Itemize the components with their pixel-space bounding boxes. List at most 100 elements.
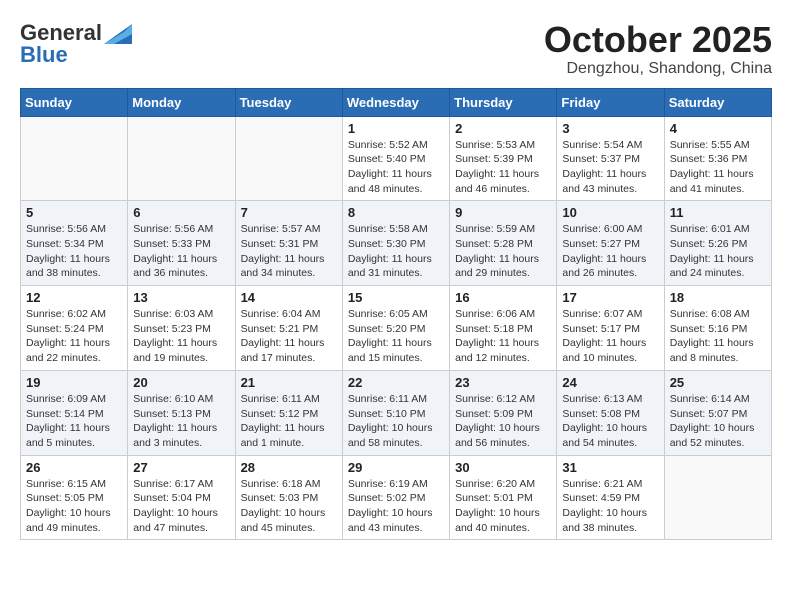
day-number: 30 (455, 460, 551, 475)
day-number: 24 (562, 375, 658, 390)
calendar-day-cell: 6 Sunrise: 5:56 AM Sunset: 5:33 PM Daylig… (128, 201, 235, 286)
weekday-header-monday: Monday (128, 88, 235, 116)
day-number: 16 (455, 290, 551, 305)
day-number: 23 (455, 375, 551, 390)
day-number: 6 (133, 205, 229, 220)
day-info: Sunrise: 6:12 AM Sunset: 5:09 PM Dayligh… (455, 392, 551, 451)
calendar-day-cell: 31Sunrise: 6:21 AM Sunset: 4:59 PM Dayli… (557, 455, 664, 540)
day-number: 8 (348, 205, 444, 220)
day-info: Sunrise: 6:13 AM Sunset: 5:08 PM Dayligh… (562, 392, 658, 451)
calendar-day-cell: 26 Sunrise: 6:15 AM Sunset: 5:05 PM Dayli… (21, 455, 128, 540)
day-number: 11 (670, 205, 766, 220)
day-info: Sunrise: 6:08 AM Sunset: 5:16 PM Dayligh… (670, 307, 766, 366)
weekday-header-thursday: Thursday (450, 88, 557, 116)
day-number: 26 (26, 460, 122, 475)
calendar-day-cell: 24 Sunrise: 6:13 AM Sunset: 5:08 PM Dayli… (557, 370, 664, 455)
calendar-day-cell: 28 Sunrise: 6:18 AM Sunset: 5:03 PM Dayli… (235, 455, 342, 540)
day-info: Sunrise: 5:52 AM Sunset: 5:40 PM Dayligh… (348, 138, 444, 197)
day-number: 21 (241, 375, 337, 390)
day-info: Sunrise: 6:02 AM Sunset: 5:24 PM Dayligh… (26, 307, 122, 366)
calendar-week-row: 5 Sunrise: 5:56 AM Sunset: 5:34 PM Daylig… (21, 201, 772, 286)
day-number: 1 (348, 121, 444, 136)
calendar-day-cell: 18 Sunrise: 6:08 AM Sunset: 5:16 PM Dayli… (664, 286, 771, 371)
day-info: Sunrise: 6:10 AM Sunset: 5:13 PM Dayligh… (133, 392, 229, 451)
day-number: 17 (562, 290, 658, 305)
day-info: Sunrise: 6:04 AM Sunset: 5:21 PM Dayligh… (241, 307, 337, 366)
day-number: 29 (348, 460, 444, 475)
calendar-day-cell: 23 Sunrise: 6:12 AM Sunset: 5:09 PM Dayli… (450, 370, 557, 455)
logo-blue: Blue (20, 42, 68, 68)
weekday-header-wednesday: Wednesday (342, 88, 449, 116)
calendar-day-cell: 9 Sunrise: 5:59 AM Sunset: 5:28 PM Daylig… (450, 201, 557, 286)
day-number: 18 (670, 290, 766, 305)
day-number: 9 (455, 205, 551, 220)
weekday-header-friday: Friday (557, 88, 664, 116)
day-number: 20 (133, 375, 229, 390)
calendar-day-cell: 5 Sunrise: 5:56 AM Sunset: 5:34 PM Daylig… (21, 201, 128, 286)
day-info: Sunrise: 6:20 AM Sunset: 5:01 PM Dayligh… (455, 477, 551, 536)
location: Dengzhou, Shandong, China (544, 60, 772, 78)
calendar-day-cell: 7Sunrise: 5:57 AM Sunset: 5:31 PM Daylig… (235, 201, 342, 286)
calendar-day-cell: 29 Sunrise: 6:19 AM Sunset: 5:02 PM Dayli… (342, 455, 449, 540)
title-section: October 2025 Dengzhou, Shandong, China (544, 20, 772, 78)
calendar-day-cell (664, 455, 771, 540)
calendar-day-cell: 14Sunrise: 6:04 AM Sunset: 5:21 PM Dayli… (235, 286, 342, 371)
day-number: 25 (670, 375, 766, 390)
calendar-day-cell: 1 Sunrise: 5:52 AM Sunset: 5:40 PM Daylig… (342, 116, 449, 201)
weekday-header-sunday: Sunday (21, 88, 128, 116)
day-info: Sunrise: 5:58 AM Sunset: 5:30 PM Dayligh… (348, 222, 444, 281)
day-info: Sunrise: 6:05 AM Sunset: 5:20 PM Dayligh… (348, 307, 444, 366)
day-info: Sunrise: 6:07 AM Sunset: 5:17 PM Dayligh… (562, 307, 658, 366)
weekday-header-row: SundayMondayTuesdayWednesdayThursdayFrid… (21, 88, 772, 116)
day-number: 5 (26, 205, 122, 220)
day-info: Sunrise: 5:56 AM Sunset: 5:33 PM Dayligh… (133, 222, 229, 281)
calendar-week-row: 26 Sunrise: 6:15 AM Sunset: 5:05 PM Dayli… (21, 455, 772, 540)
logo: General Blue (20, 20, 132, 68)
day-info: Sunrise: 6:03 AM Sunset: 5:23 PM Dayligh… (133, 307, 229, 366)
day-info: Sunrise: 6:21 AM Sunset: 4:59 PM Dayligh… (562, 477, 658, 536)
calendar-day-cell (235, 116, 342, 201)
day-number: 7 (241, 205, 337, 220)
day-number: 12 (26, 290, 122, 305)
day-info: Sunrise: 6:06 AM Sunset: 5:18 PM Dayligh… (455, 307, 551, 366)
day-number: 4 (670, 121, 766, 136)
day-info: Sunrise: 6:14 AM Sunset: 5:07 PM Dayligh… (670, 392, 766, 451)
calendar-day-cell: 4 Sunrise: 5:55 AM Sunset: 5:36 PM Daylig… (664, 116, 771, 201)
logo-icon (104, 24, 132, 44)
day-info: Sunrise: 5:59 AM Sunset: 5:28 PM Dayligh… (455, 222, 551, 281)
calendar-day-cell: 11Sunrise: 6:01 AM Sunset: 5:26 PM Dayli… (664, 201, 771, 286)
day-info: Sunrise: 5:54 AM Sunset: 5:37 PM Dayligh… (562, 138, 658, 197)
day-info: Sunrise: 5:55 AM Sunset: 5:36 PM Dayligh… (670, 138, 766, 197)
day-info: Sunrise: 6:00 AM Sunset: 5:27 PM Dayligh… (562, 222, 658, 281)
day-info: Sunrise: 6:15 AM Sunset: 5:05 PM Dayligh… (26, 477, 122, 536)
day-info: Sunrise: 6:17 AM Sunset: 5:04 PM Dayligh… (133, 477, 229, 536)
day-info: Sunrise: 6:19 AM Sunset: 5:02 PM Dayligh… (348, 477, 444, 536)
day-number: 27 (133, 460, 229, 475)
day-number: 28 (241, 460, 337, 475)
calendar-day-cell: 19Sunrise: 6:09 AM Sunset: 5:14 PM Dayli… (21, 370, 128, 455)
day-info: Sunrise: 6:11 AM Sunset: 5:10 PM Dayligh… (348, 392, 444, 451)
day-number: 2 (455, 121, 551, 136)
day-info: Sunrise: 6:18 AM Sunset: 5:03 PM Dayligh… (241, 477, 337, 536)
calendar-day-cell: 22Sunrise: 6:11 AM Sunset: 5:10 PM Dayli… (342, 370, 449, 455)
calendar-day-cell: 20 Sunrise: 6:10 AM Sunset: 5:13 PM Dayli… (128, 370, 235, 455)
calendar-day-cell: 10Sunrise: 6:00 AM Sunset: 5:27 PM Dayli… (557, 201, 664, 286)
day-number: 15 (348, 290, 444, 305)
calendar-day-cell: 27 Sunrise: 6:17 AM Sunset: 5:04 PM Dayli… (128, 455, 235, 540)
calendar: SundayMondayTuesdayWednesdayThursdayFrid… (20, 88, 772, 541)
page-header: General Blue October 2025 Dengzhou, Shan… (20, 20, 772, 78)
calendar-week-row: 19Sunrise: 6:09 AM Sunset: 5:14 PM Dayli… (21, 370, 772, 455)
calendar-day-cell: 12 Sunrise: 6:02 AM Sunset: 5:24 PM Dayli… (21, 286, 128, 371)
day-info: Sunrise: 6:09 AM Sunset: 5:14 PM Dayligh… (26, 392, 122, 451)
calendar-day-cell (128, 116, 235, 201)
weekday-header-saturday: Saturday (664, 88, 771, 116)
calendar-week-row: 12 Sunrise: 6:02 AM Sunset: 5:24 PM Dayli… (21, 286, 772, 371)
day-info: Sunrise: 6:11 AM Sunset: 5:12 PM Dayligh… (241, 392, 337, 451)
month-title: October 2025 (544, 20, 772, 60)
calendar-week-row: 1 Sunrise: 5:52 AM Sunset: 5:40 PM Daylig… (21, 116, 772, 201)
day-info: Sunrise: 5:56 AM Sunset: 5:34 PM Dayligh… (26, 222, 122, 281)
calendar-day-cell: 16 Sunrise: 6:06 AM Sunset: 5:18 PM Dayli… (450, 286, 557, 371)
calendar-day-cell (21, 116, 128, 201)
day-info: Sunrise: 5:53 AM Sunset: 5:39 PM Dayligh… (455, 138, 551, 197)
weekday-header-tuesday: Tuesday (235, 88, 342, 116)
